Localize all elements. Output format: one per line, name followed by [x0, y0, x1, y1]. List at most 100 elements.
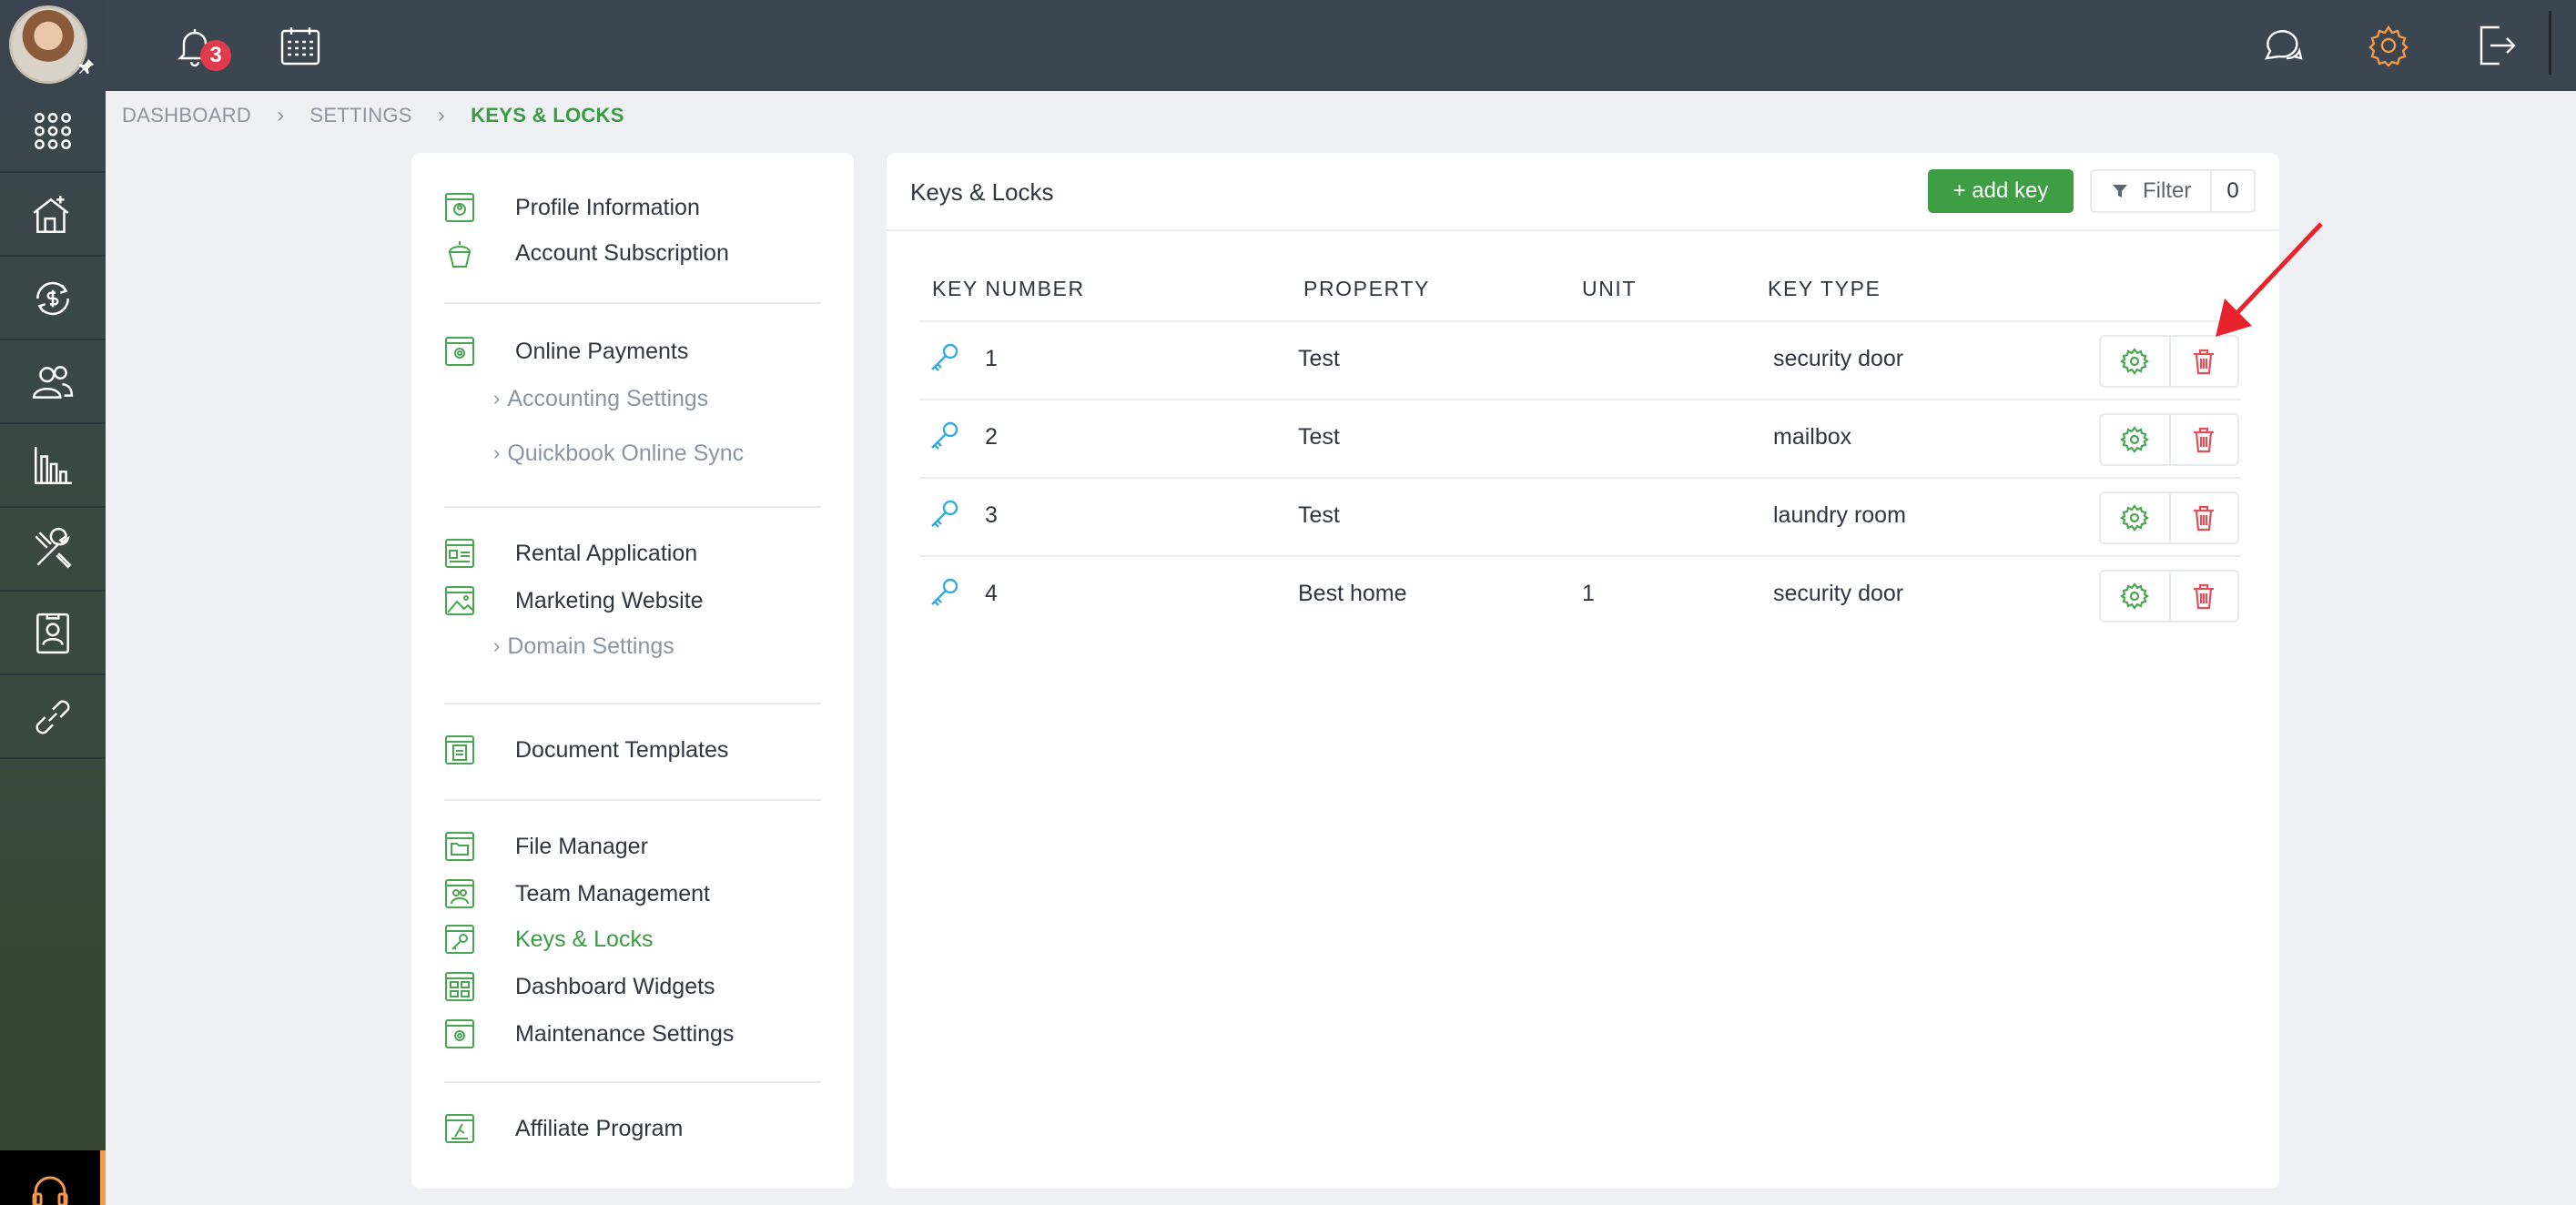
- chat-icon: [2264, 30, 2303, 60]
- filter-label: Filter: [2143, 178, 2192, 203]
- trash-icon: [2194, 583, 2215, 610]
- cell-unit: 1: [1582, 581, 1595, 606]
- menu-item-keys-locks[interactable]: Keys & Locks: [444, 921, 653, 957]
- calendar-icon: [280, 27, 320, 66]
- cell-key-type: security door: [1773, 346, 1904, 371]
- application-form-icon: [444, 538, 475, 569]
- column-header-key-type[interactable]: KEY TYPE: [1768, 277, 1881, 301]
- cell-key-number: 1: [985, 346, 998, 371]
- table-row[interactable]: 1 Test security door: [919, 320, 2241, 399]
- gear-icon: [2120, 504, 2150, 532]
- menu-sublabel: Accounting Settings: [507, 385, 709, 411]
- settings-button[interactable]: [2359, 16, 2418, 75]
- column-header-property[interactable]: PROPERTY: [1303, 277, 1430, 301]
- gear-icon: [2120, 582, 2150, 610]
- gear-icon: [2120, 426, 2150, 453]
- cell-property: Test: [1298, 502, 1340, 528]
- menu-item-marketing-website[interactable]: Marketing Website: [444, 582, 704, 619]
- add-key-button[interactable]: + add key: [1928, 169, 2074, 213]
- logout-button[interactable]: [2467, 16, 2525, 75]
- menu-subitem-quickbook-online-sync[interactable]: › Quickbook Online Sync: [493, 437, 744, 470]
- settings-menu: Profile Information Account Subscription…: [411, 153, 854, 1189]
- column-header-unit[interactable]: UNIT: [1582, 277, 1637, 301]
- filter-button[interactable]: Filter 0: [2090, 169, 2256, 213]
- table-row[interactable]: 2 Test mailbox: [919, 399, 2241, 477]
- widgets-icon: [444, 971, 475, 1002]
- left-rail: [0, 0, 106, 1205]
- cell-property: Test: [1298, 424, 1340, 450]
- profile-icon: [444, 192, 475, 223]
- cupcake-icon: [444, 238, 475, 268]
- menu-item-account-subscription[interactable]: Account Subscription: [444, 235, 729, 271]
- trash-icon: [2194, 427, 2215, 453]
- table-row[interactable]: 3 Test laundry room: [919, 477, 2241, 555]
- calendar-button[interactable]: [271, 16, 330, 75]
- cell-key-type: security door: [1773, 581, 1904, 606]
- cell-key-number: 3: [985, 502, 998, 528]
- menu-label: Dashboard Widgets: [515, 973, 715, 999]
- gear-icon: [2368, 25, 2409, 67]
- edit-key-button[interactable]: [2101, 493, 2169, 542]
- menu-subitem-accounting-settings[interactable]: › Accounting Settings: [493, 382, 708, 415]
- filter-icon: [2113, 185, 2127, 197]
- keys-locks-card: Keys & Locks + add key Filter 0 KEY NUMB…: [887, 153, 2279, 1189]
- pin-icon[interactable]: [76, 56, 96, 76]
- menu-item-online-payments[interactable]: Online Payments: [444, 333, 688, 370]
- delete-key-button[interactable]: [2168, 415, 2237, 464]
- rail-properties[interactable]: [0, 175, 106, 257]
- rail-people[interactable]: [0, 342, 106, 424]
- menu-label: Team Management: [515, 880, 711, 906]
- delete-key-button[interactable]: [2168, 493, 2237, 542]
- support[interactable]: [0, 1150, 106, 1205]
- edit-key-button[interactable]: [2101, 415, 2169, 464]
- folder-icon: [444, 831, 475, 862]
- users-icon: [32, 366, 74, 399]
- menu-item-rental-application[interactable]: Rental Application: [444, 535, 697, 572]
- trash-icon: [2194, 349, 2215, 375]
- messages-button[interactable]: [2252, 16, 2310, 75]
- chevron-right-icon: ›: [493, 634, 501, 657]
- rail-maintenance[interactable]: [0, 510, 106, 592]
- menu-label: Online Payments: [515, 338, 689, 364]
- tools-icon: [35, 527, 72, 569]
- menu-item-profile-information[interactable]: Profile Information: [444, 189, 700, 226]
- breadcrumb-dashboard[interactable]: DASHBOARD: [122, 104, 251, 127]
- menu-divider: [444, 703, 821, 704]
- cell-property: Best home: [1298, 581, 1407, 606]
- cell-key-number: 2: [985, 424, 998, 450]
- key-icon: [927, 340, 961, 375]
- edit-key-button[interactable]: [2101, 337, 2169, 386]
- menu-item-file-manager[interactable]: File Manager: [444, 828, 648, 865]
- menu-item-affiliate-program[interactable]: Affiliate Program: [444, 1110, 683, 1147]
- rail-integrations[interactable]: [0, 677, 106, 759]
- rail-contacts[interactable]: [0, 593, 106, 675]
- notification-badge: 3: [200, 40, 231, 71]
- menu-label: Maintenance Settings: [515, 1020, 735, 1047]
- menu-item-dashboard-widgets[interactable]: Dashboard Widgets: [444, 968, 715, 1005]
- card-header: Keys & Locks + add key Filter 0: [887, 153, 2279, 231]
- column-header-key-number[interactable]: KEY NUMBER: [932, 277, 1085, 301]
- rail-payments[interactable]: [0, 258, 106, 340]
- menu-item-document-templates[interactable]: Document Templates: [444, 732, 728, 768]
- table-row[interactable]: 4 Best home 1 security door: [919, 555, 2241, 633]
- chevron-right-icon: ›: [493, 387, 501, 410]
- team-icon: [444, 878, 475, 909]
- menu-item-maintenance-settings[interactable]: Maintenance Settings: [444, 1016, 734, 1052]
- menu-subitem-domain-settings[interactable]: › Domain Settings: [493, 630, 674, 663]
- menu-sublabel: Domain Settings: [507, 633, 674, 659]
- rail-apps[interactable]: [0, 91, 106, 173]
- menu-item-team-management[interactable]: Team Management: [444, 876, 710, 912]
- chart-icon: [35, 447, 72, 484]
- notifications-button[interactable]: 3: [166, 16, 231, 75]
- row-actions: [2099, 570, 2239, 623]
- breadcrumb-settings[interactable]: SETTINGS: [309, 104, 411, 127]
- edit-key-button[interactable]: [2101, 572, 2169, 621]
- rail-reports[interactable]: [0, 426, 106, 508]
- cell-key-type: laundry room: [1773, 502, 1906, 528]
- logout-icon: [2480, 25, 2516, 66]
- breadcrumb: DASHBOARD › SETTINGS › KEYS & LOCKS: [122, 102, 624, 129]
- menu-label: Keys & Locks: [515, 926, 654, 952]
- delete-key-button[interactable]: [2168, 572, 2237, 621]
- menu-divider: [444, 1081, 821, 1083]
- house-icon: [33, 196, 69, 233]
